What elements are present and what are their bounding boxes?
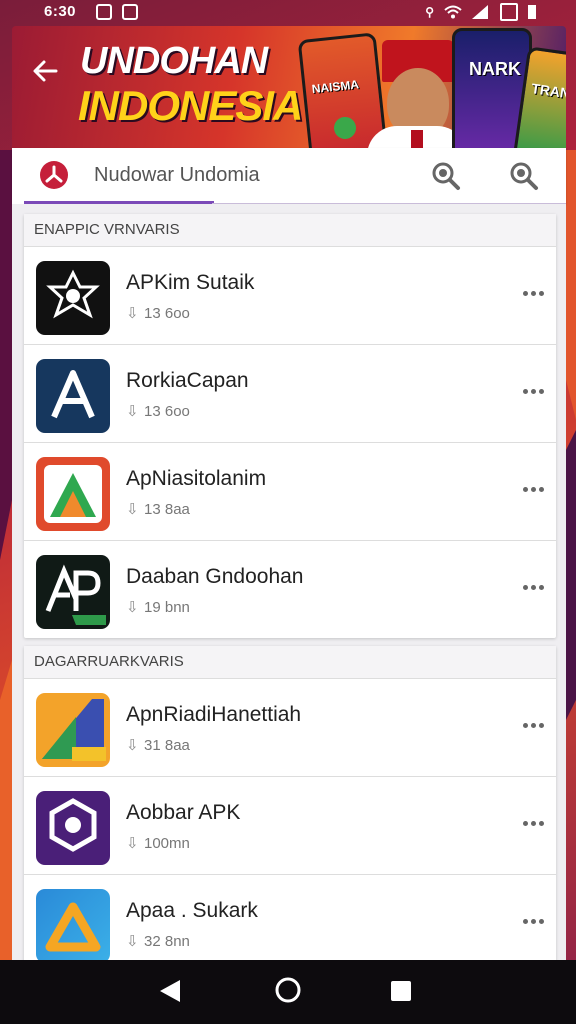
wifi-icon: [444, 5, 462, 19]
banner-title-line1: UNDOHAN: [80, 40, 268, 82]
app-size: ⇩ 13 6oo: [126, 403, 190, 420]
download-icon: ⇩: [126, 599, 139, 616]
more-options-button[interactable]: [520, 381, 546, 401]
photo-notification-icon: [122, 4, 138, 20]
letter-a-icon: [36, 359, 110, 433]
app-name: ApnRiadiHanettiah: [126, 703, 302, 726]
more-options-button[interactable]: [520, 911, 546, 931]
back-arrow-icon[interactable]: [30, 56, 60, 86]
more-options-button[interactable]: [520, 283, 546, 303]
app-name: RorkiaCapan: [126, 369, 249, 392]
alarm-icon: ⚲: [425, 5, 434, 19]
home-circle-icon[interactable]: [274, 976, 302, 1004]
app-name: Apaa . Sukark: [126, 899, 258, 922]
download-icon: ⇩: [126, 933, 139, 950]
download-icon: ⇩: [126, 737, 139, 754]
status-bar: 6:30 ⚲: [0, 0, 576, 26]
app-size: ⇩ 13 6oo: [126, 305, 190, 322]
app-size: ⇩ 19 bnn: [126, 599, 190, 616]
app-name: APKim Sutaik: [126, 271, 255, 294]
puzzle-badge-icon: [36, 791, 110, 865]
recents-square-icon[interactable]: [390, 980, 412, 1002]
apk-logo-icon: [36, 555, 110, 629]
search-icon-secondary[interactable]: [508, 160, 540, 192]
app-list-item[interactable]: ApnRiadiHanettiah ⇩ 31 8aa: [24, 678, 556, 776]
app-list-item[interactable]: Apaa . Sukark ⇩ 32 8nn: [24, 874, 556, 960]
app-name: Daaban Gndoohan: [126, 565, 304, 588]
back-triangle-icon[interactable]: [158, 978, 182, 1004]
app-list-item[interactable]: ApNiasitolanim ⇩ 13 8aa: [24, 442, 556, 540]
app-list-item[interactable]: APKim Sutaik ⇩ 13 6oo: [24, 246, 556, 344]
more-options-button[interactable]: [520, 577, 546, 597]
app-list-panel: ENAPPIC VRNVARIS APKim Sutaik ⇩ 13 6oo Ro…: [12, 204, 566, 960]
gradient-triangle-icon: [36, 889, 110, 960]
download-icon: ⇩: [126, 305, 139, 322]
download-icon: ⇩: [126, 835, 139, 852]
promo-banner: UNDOHAN INDONESIA NAISMA NARK TRAN: [12, 26, 566, 148]
app-logo-icon: [40, 161, 68, 189]
star-badge-icon: [36, 261, 110, 335]
app-section: ENAPPIC VRNVARIS APKim Sutaik ⇩ 13 6oo Ro…: [24, 214, 556, 638]
system-nav-bar: [0, 960, 576, 1024]
chat-icon: [332, 115, 358, 141]
notification-icon: [96, 4, 112, 20]
search-bar: Nudowar Undomia: [12, 148, 566, 204]
app-list-item[interactable]: Daaban Gndoohan ⇩ 19 bnn: [24, 540, 556, 638]
battery-icon: [500, 3, 518, 21]
app-section: DAGARRUARKVARIS ApnRiadiHanettiah ⇩ 31 8a…: [24, 646, 556, 960]
banner-title-line2: INDONESIA: [78, 82, 303, 129]
app-size: ⇩ 31 8aa: [126, 737, 190, 754]
download-icon: ⇩: [126, 501, 139, 518]
search-field[interactable]: Nudowar Undomia: [94, 164, 260, 187]
phone-graphic-left: NAISMA: [297, 32, 389, 148]
app-list-item[interactable]: RorkiaCapan ⇩ 13 6oo: [24, 344, 556, 442]
signal-icon: [472, 5, 488, 19]
play-triangle-icon: [36, 457, 110, 531]
app-name: Aobbar APK: [126, 801, 241, 824]
section-header: ENAPPIC VRNVARIS: [24, 214, 556, 246]
person-tie: [411, 130, 423, 148]
app-list-item[interactable]: Aobbar APK ⇩ 100mn: [24, 776, 556, 874]
more-options-button[interactable]: [520, 479, 546, 499]
more-options-button[interactable]: [520, 715, 546, 735]
app-size: ⇩ 13 8aa: [126, 501, 190, 518]
status-time: 6:30: [44, 3, 77, 20]
search-icon[interactable]: [430, 160, 462, 192]
apk-triangle-icon: [36, 693, 110, 767]
more-options-button[interactable]: [520, 813, 546, 833]
app-size: ⇩ 32 8nn: [126, 933, 190, 950]
app-size: ⇩ 100mn: [126, 835, 190, 852]
section-header: DAGARRUARKVARIS: [24, 646, 556, 678]
app-name: ApNiasitolanim: [126, 467, 267, 490]
download-icon: ⇩: [126, 403, 139, 420]
battery-level-icon: [528, 5, 536, 19]
